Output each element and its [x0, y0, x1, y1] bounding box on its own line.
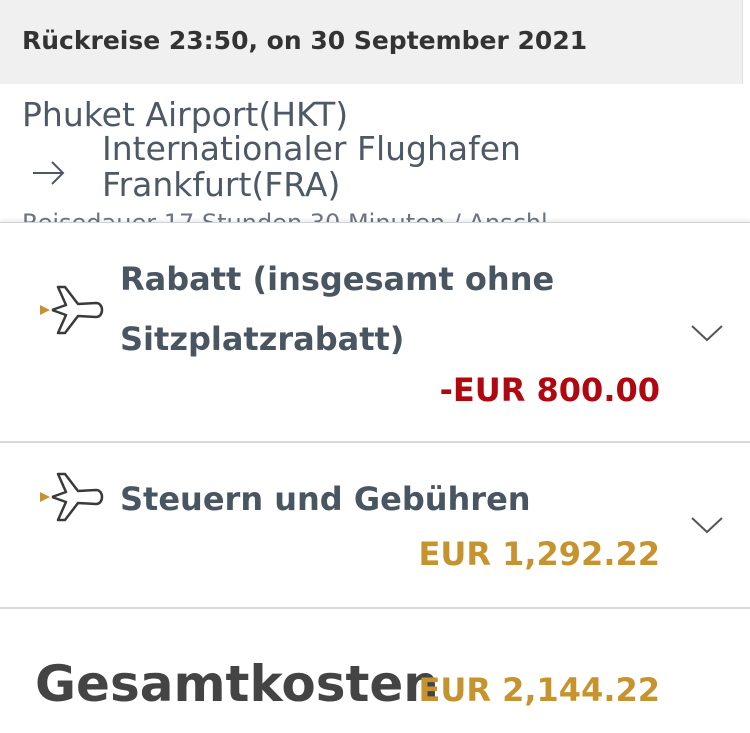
route-section: Phuket Airport(HKT) Internationaler Flug…	[0, 84, 742, 224]
price-breakdown-sheet: Rabatt (insgesamt ohne Sitzplatzrabatt) …	[0, 222, 750, 733]
discount-amount: -EUR 800.00	[439, 371, 660, 409]
chevron-down-icon[interactable]	[690, 515, 724, 535]
plane-icon	[40, 472, 104, 522]
plane-icon	[40, 285, 104, 335]
total-cost-label: Gesamtkosten	[35, 655, 439, 713]
taxes-label: Steuern und Gebühren	[120, 480, 531, 518]
destination-airport: Internationaler Flughafen Frankfurt(FRA)	[102, 129, 521, 204]
taxes-amount: EUR 1,292.22	[418, 535, 660, 573]
total-cost-amount: EUR 2,144.22	[418, 671, 660, 709]
return-trip-title: Rückreise 23:50, on 30 September 2021	[22, 26, 588, 55]
discount-row[interactable]: Rabatt (insgesamt ohne Sitzplatzrabatt) …	[0, 223, 750, 443]
return-trip-header: Rückreise 23:50, on 30 September 2021	[0, 0, 743, 84]
discount-label: Rabatt (insgesamt ohne Sitzplatzrabatt)	[120, 260, 555, 358]
taxes-row[interactable]: Steuern und Gebühren EUR 1,292.22	[0, 443, 750, 609]
chevron-down-icon[interactable]	[690, 323, 724, 343]
arrow-right-icon	[33, 161, 65, 185]
